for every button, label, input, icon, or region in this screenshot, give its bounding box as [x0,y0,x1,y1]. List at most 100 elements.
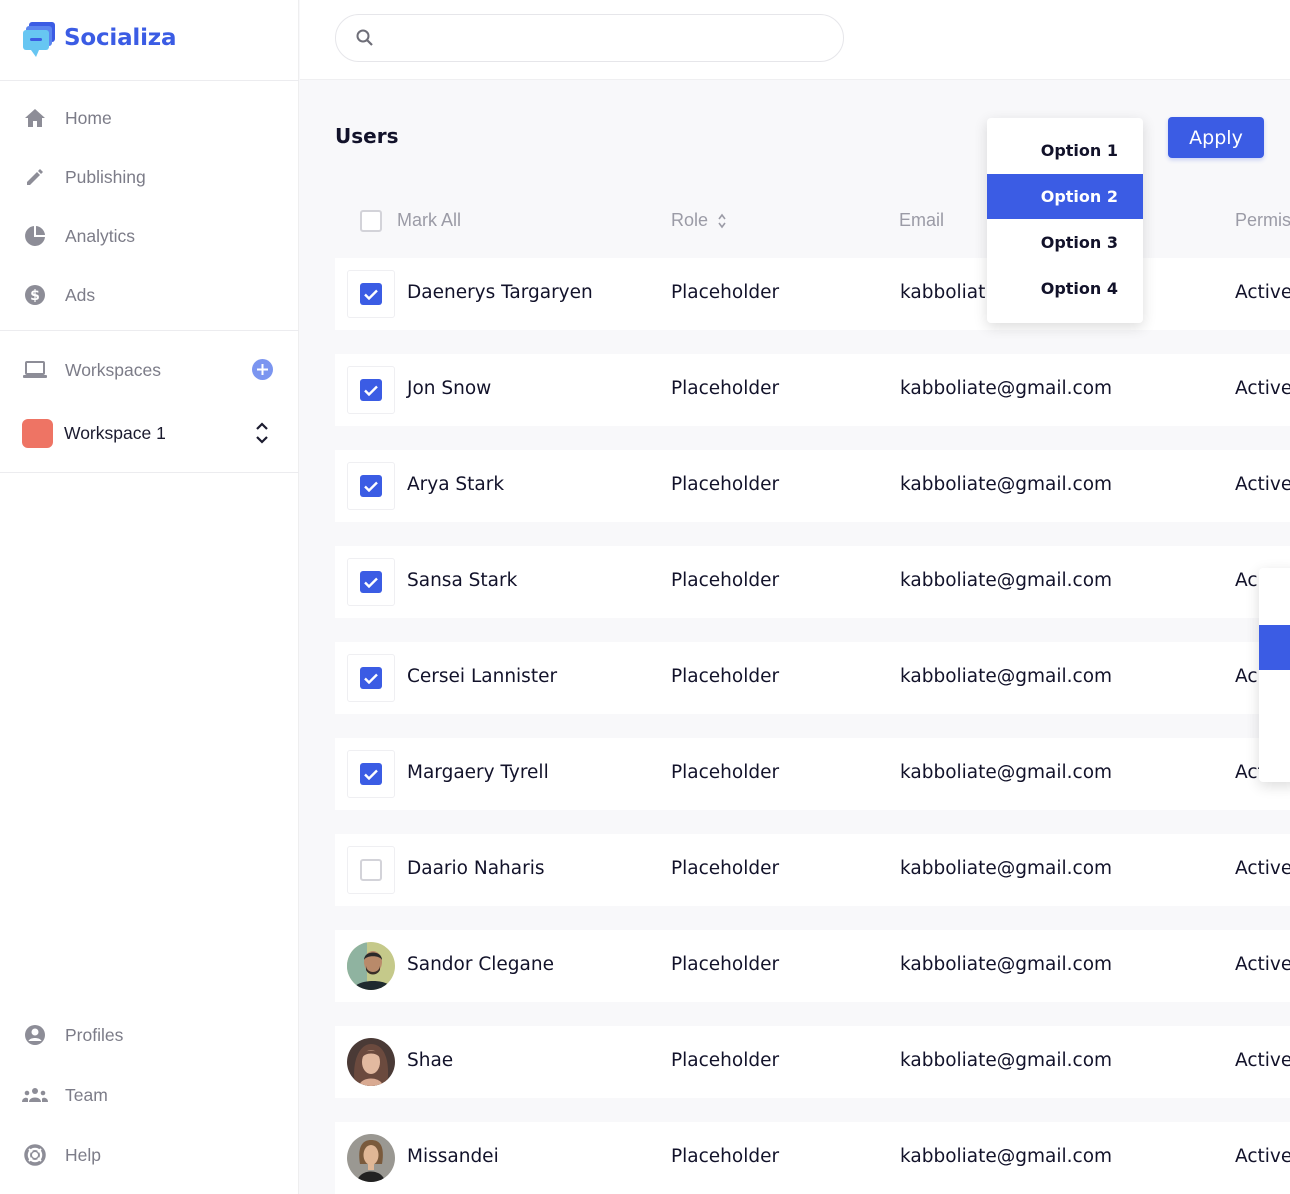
column-header-permissions[interactable]: Permis [1235,210,1290,231]
checkbox-checked [360,667,382,689]
user-name: Sandor Clegane [407,954,554,975]
user-status: Active [1235,1146,1290,1167]
user-email: kabboliate@gmail.com [900,378,1113,399]
nav-publishing[interactable]: Publishing [22,162,146,192]
divider [0,80,299,81]
row-checkbox[interactable] [347,462,395,510]
user-name: Daario Naharis [407,858,545,879]
search-box[interactable] [335,14,844,62]
user-name: Arya Stark [407,474,505,495]
nav-help[interactable]: Help [22,1140,101,1170]
check-icon [364,577,378,588]
table-row[interactable]: Missandei Placeholder kabboliate@gmail.c… [335,1122,1290,1194]
checkbox-unchecked [360,859,382,881]
search-input[interactable] [388,23,828,53]
search-icon [356,29,373,46]
dropdown-option[interactable]: Option 4 [987,266,1143,311]
user-name: Missandei [407,1146,499,1167]
user-status: Active [1235,282,1290,303]
page-title: Users [335,124,399,148]
row-checkbox[interactable] [347,558,395,606]
user-role: Placeholder [671,666,780,687]
dollar-icon: $ [22,282,48,308]
dropdown-option[interactable]: Option 3 [987,220,1143,265]
nav-label: Ads [65,284,96,305]
user-role: Placeholder [671,378,780,399]
dropdown-option[interactable] [1259,580,1290,625]
nav-home[interactable]: Home [22,103,112,133]
nav-profiles[interactable]: Profiles [22,1020,123,1050]
dropdown-option-selected[interactable]: Option 2 [987,174,1143,219]
checkbox-checked [360,763,382,785]
row-checkbox[interactable] [347,846,395,894]
plus-icon [257,364,268,375]
user-name: Jon Snow [407,378,492,399]
mark-all-checkbox[interactable] [360,210,382,232]
nav-label: Help [65,1144,101,1165]
checkbox-checked [360,283,382,305]
row-checkbox[interactable] [347,270,395,318]
user-email: kabboliate@gmail.com [900,954,1113,975]
mark-all-label[interactable]: Mark All [397,210,461,231]
workspace-selector[interactable]: Workspace 1 [22,418,278,448]
user-status: Active [1235,858,1290,879]
check-icon [364,385,378,396]
table-row[interactable]: Sansa Stark Placeholder kabboliate@gmail… [335,546,1290,618]
sort-icon [718,213,726,229]
chevron-updown-icon [256,422,268,444]
row-checkbox[interactable] [347,654,395,702]
nav-label: Profiles [65,1024,124,1045]
table-row[interactable]: Margaery Tyrell Placeholder kabboliate@g… [335,738,1290,810]
dropdown-option[interactable] [1259,670,1290,715]
column-header-role-label: Role [671,210,709,230]
divider [0,330,299,331]
checkbox-checked [360,571,382,593]
user-role: Placeholder [671,954,780,975]
apply-button[interactable]: Apply [1168,117,1264,158]
check-icon [364,673,378,684]
table-row[interactable]: Daario Naharis Placeholder kabboliate@gm… [335,834,1290,906]
column-header-email[interactable]: Email [899,210,944,231]
user-role: Placeholder [671,282,780,303]
dropdown-option[interactable] [1259,715,1290,760]
check-icon [364,769,378,780]
avatar [347,942,395,990]
table-row[interactable]: Sandor Clegane Placeholder kabboliate@gm… [335,930,1290,1002]
profile-icon [22,1022,48,1048]
user-name: Daenerys Targaryen [407,282,593,303]
nav-team[interactable]: Team [22,1080,108,1110]
checkbox-checked [360,475,382,497]
svg-text:$: $ [30,288,40,304]
row-checkbox[interactable] [347,366,395,414]
dropdown-option[interactable]: Option 1 [987,128,1143,173]
table-row[interactable]: Arya Stark Placeholder kabboliate@gmail.… [335,450,1290,522]
user-email: kabboliate@gmail.com [900,1146,1113,1167]
table-row[interactable]: Cersei Lannister Placeholder kabboliate@… [335,642,1290,714]
user-email: kabboliate@gmail.com [900,1050,1113,1071]
check-icon [364,481,378,492]
status-dropdown-menu [1259,568,1290,782]
row-checkbox[interactable] [347,750,395,798]
table-row[interactable]: Daenerys Targaryen Placeholder kabboliat… [335,258,1290,330]
user-name: Shae [407,1050,454,1071]
user-role: Placeholder [671,474,780,495]
workspaces-header: Workspaces [22,355,161,385]
nav-label: Analytics [65,225,136,246]
add-workspace-button[interactable] [252,359,273,380]
user-role: Placeholder [671,858,780,879]
user-status: Active [1235,954,1290,975]
user-role: Placeholder [671,1146,780,1167]
user-role: Placeholder [671,570,780,591]
table-row[interactable]: Shae Placeholder kabboliate@gmail.com Ac… [335,1026,1290,1098]
logo[interactable]: Socializa [22,18,176,58]
user-email: kabboliate@gmail.com [900,570,1113,591]
user-status: Ac [1235,666,1258,687]
table-row[interactable]: Jon Snow Placeholder kabboliate@gmail.co… [335,354,1290,426]
user-name: Cersei Lannister [407,666,558,687]
nav-analytics[interactable]: Analytics [22,221,135,251]
user-email: kabboliate@gmail.com [900,474,1113,495]
laptop-icon [22,357,48,383]
nav-ads[interactable]: $ Ads [22,280,95,310]
column-header-role[interactable]: Role [671,210,727,231]
dropdown-option-selected[interactable] [1259,625,1290,670]
